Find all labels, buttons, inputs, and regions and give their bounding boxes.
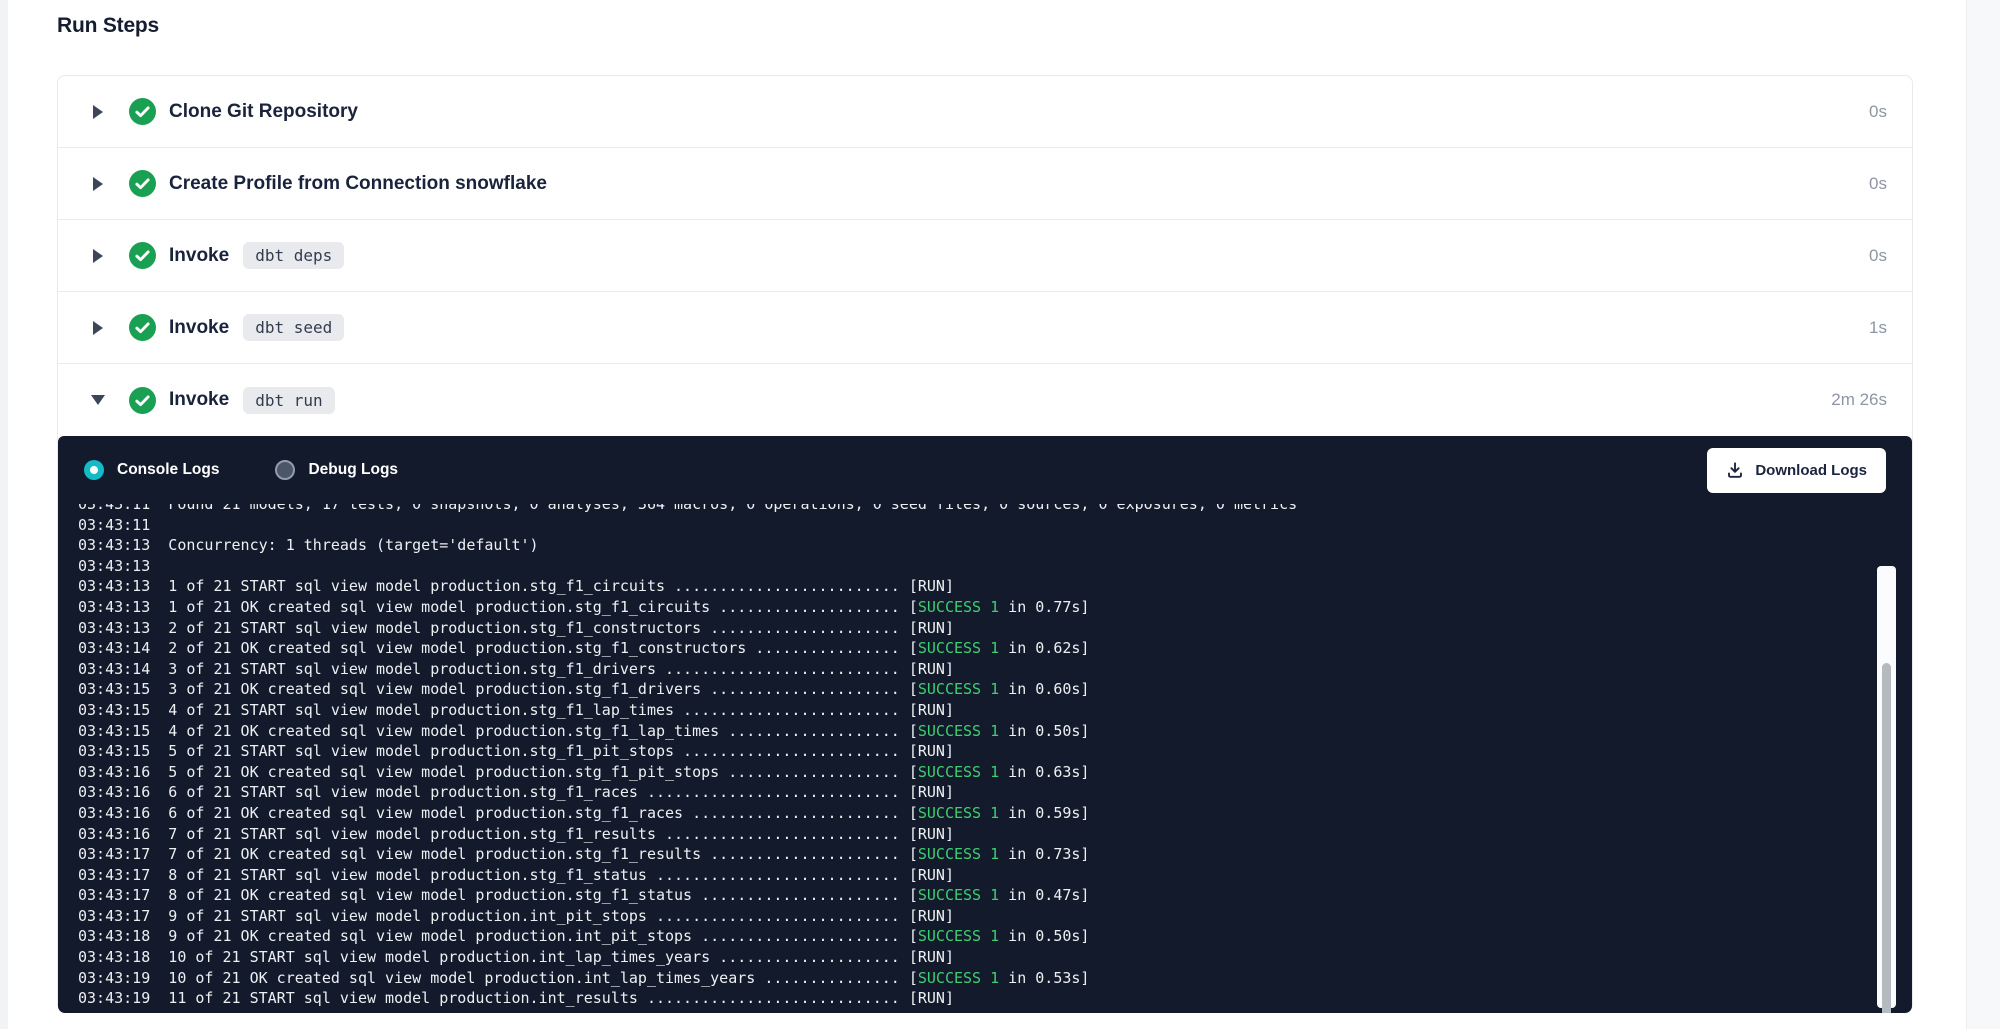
console-logs-label: Console Logs xyxy=(117,461,219,479)
run-steps-card: Clone Git Repository 0s Create Profile f… xyxy=(57,75,1913,1012)
command-badge: dbt run xyxy=(243,387,334,414)
chevron-right-icon[interactable] xyxy=(91,249,105,263)
log-panel: Console Logs Debug Logs Download Logs 03… xyxy=(58,436,1912,1013)
step-label: Clone Git Repository xyxy=(169,101,358,123)
debug-logs-radio[interactable]: Debug Logs xyxy=(275,460,398,480)
step-duration: 2m 26s xyxy=(1831,390,1912,410)
success-check-icon xyxy=(129,98,156,125)
step-duration: 0s xyxy=(1869,246,1912,266)
download-logs-label: Download Logs xyxy=(1755,462,1867,479)
chevron-right-icon[interactable] xyxy=(91,321,105,335)
step-row-invoke-dbt-deps[interactable]: Invoke dbt deps 0s xyxy=(58,220,1912,292)
chevron-right-icon[interactable] xyxy=(91,105,105,119)
download-logs-button[interactable]: Download Logs xyxy=(1707,448,1886,493)
log-scrollbar-track[interactable] xyxy=(1877,566,1896,1008)
step-row-invoke-dbt-run[interactable]: Invoke dbt run 2m 26s xyxy=(58,364,1912,436)
radio-selected-icon[interactable] xyxy=(84,460,104,480)
step-row-invoke-dbt-seed[interactable]: Invoke dbt seed 1s xyxy=(58,292,1912,364)
log-scrollbar-thumb[interactable] xyxy=(1882,663,1891,1013)
command-badge: dbt deps xyxy=(243,242,344,269)
success-check-icon xyxy=(129,170,156,197)
console-log-lines: 03:43:11 Found 21 models, 17 tests, 0 sn… xyxy=(78,504,1868,1009)
debug-logs-label: Debug Logs xyxy=(308,461,398,479)
console-log-output[interactable]: 03:43:11 Found 21 models, 17 tests, 0 sn… xyxy=(58,504,1912,1013)
step-row-clone-git-repository[interactable]: Clone Git Repository 0s xyxy=(58,76,1912,148)
step-label: Create Profile from Connection snowflake xyxy=(169,173,547,195)
step-label: Invoke xyxy=(169,389,229,411)
success-check-icon xyxy=(129,314,156,341)
step-label: Invoke xyxy=(169,317,229,339)
page-title: Run Steps xyxy=(57,14,159,38)
log-panel-header: Console Logs Debug Logs Download Logs xyxy=(58,436,1912,504)
step-duration: 1s xyxy=(1869,318,1912,338)
step-label: Invoke xyxy=(169,245,229,267)
chevron-down-icon[interactable] xyxy=(91,395,105,405)
step-row-create-profile[interactable]: Create Profile from Connection snowflake… xyxy=(58,148,1912,220)
console-logs-radio[interactable]: Console Logs xyxy=(84,460,219,480)
download-icon xyxy=(1726,461,1744,479)
page-right-gutter xyxy=(1966,0,2000,1029)
radio-unselected-icon[interactable] xyxy=(275,460,295,480)
success-check-icon xyxy=(129,387,156,414)
success-check-icon xyxy=(129,242,156,269)
step-duration: 0s xyxy=(1869,174,1912,194)
chevron-right-icon[interactable] xyxy=(91,177,105,191)
page-left-gutter xyxy=(0,0,8,1029)
step-duration: 0s xyxy=(1869,102,1912,122)
command-badge: dbt seed xyxy=(243,314,344,341)
